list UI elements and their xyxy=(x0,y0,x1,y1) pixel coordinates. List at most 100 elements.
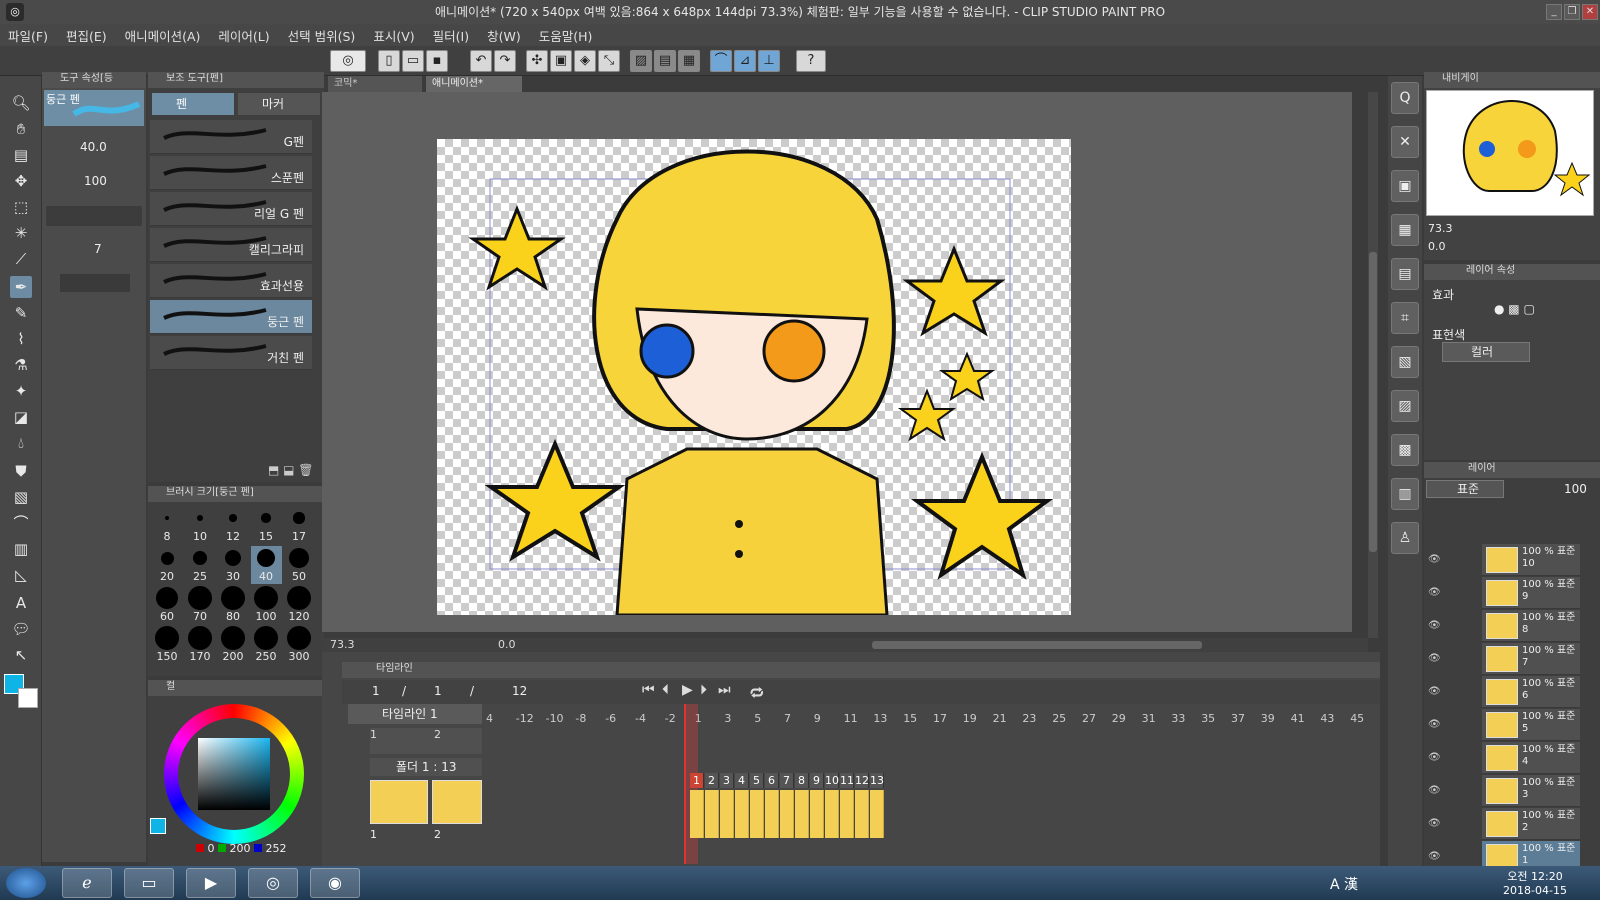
brush-item[interactable]: 효과선용 xyxy=(150,264,312,298)
material-icon[interactable]: ✕ xyxy=(1391,126,1419,158)
layer-visibility-icon[interactable]: 👁︎ xyxy=(1428,587,1442,599)
figure-icon[interactable]: ♙ xyxy=(1391,522,1419,554)
brush-tool-icon[interactable]: ⌇ xyxy=(10,328,32,350)
menu-edit[interactable]: 편집(E) xyxy=(66,26,107,45)
brush-size-cell[interactable]: 170 xyxy=(185,626,216,664)
move-tool-icon[interactable]: ✥ xyxy=(10,170,32,192)
navigator-zoom[interactable]: 73.3 xyxy=(1428,222,1468,235)
frame-number[interactable]: 12 xyxy=(855,773,869,788)
clip-studio-taskbar-icon[interactable]: ◎ xyxy=(248,868,298,898)
sub-view-icon[interactable]: ▣ xyxy=(1391,170,1419,202)
canvas-rotation-readout[interactable]: 0.0 xyxy=(498,638,516,651)
frame-thumb[interactable] xyxy=(825,790,839,838)
menu-view[interactable]: 표시(V) xyxy=(373,26,414,45)
clip-studio-logo-icon[interactable]: ◎ xyxy=(330,50,366,72)
brush-item[interactable]: 리얼 G 펜 xyxy=(150,192,312,226)
undo-icon[interactable]: ↶ xyxy=(470,50,492,72)
layer-visibility-icon[interactable]: 👁︎ xyxy=(1428,818,1442,830)
frame-thumb[interactable] xyxy=(810,790,824,838)
layer-search-icon[interactable]: ⌗ xyxy=(1391,302,1419,334)
brush-size-cell[interactable]: 12 xyxy=(218,506,249,544)
menu-window[interactable]: 창(W) xyxy=(487,26,521,45)
blend-mode-select[interactable]: 표준 xyxy=(1426,480,1504,498)
media-player-icon[interactable]: ▶ xyxy=(186,868,236,898)
selection-icon[interactable]: ▦ xyxy=(678,50,700,72)
frame-number[interactable]: 3 xyxy=(720,773,734,788)
subtool-actions[interactable]: ⬒ ⬓ 🗑︎ xyxy=(268,463,314,477)
skip-last-icon[interactable]: ⏭ xyxy=(718,682,731,698)
frame-thumb[interactable] xyxy=(870,790,884,838)
item-bank-icon[interactable]: ▧ xyxy=(1391,346,1419,378)
tab-marker[interactable]: 마커 xyxy=(238,93,320,115)
horizontal-scrollbar[interactable] xyxy=(872,641,1202,649)
tab-pen[interactable]: 펜 xyxy=(152,93,234,115)
help-button[interactable]: ? xyxy=(796,50,826,72)
tab-animation[interactable]: 애니메이션* xyxy=(426,76,522,92)
color-set-icon[interactable]: ▦ xyxy=(1391,214,1419,246)
layer-visibility-icon[interactable]: 👁︎ xyxy=(1428,653,1442,665)
end-frame-field[interactable]: 12 xyxy=(512,684,527,698)
layer-row[interactable]: 100 % 표준 8 xyxy=(1482,610,1580,642)
stabilization-field[interactable]: 7 xyxy=(60,240,142,258)
ie-icon[interactable]: ℯ xyxy=(62,868,112,898)
brush-size-cell[interactable]: 70 xyxy=(185,586,216,624)
pencil-tool-icon[interactable]: ✎ xyxy=(10,302,32,324)
eyedropper-icon[interactable]: ⟋ xyxy=(10,248,32,270)
layer-opacity-field[interactable]: 100 xyxy=(1564,482,1587,496)
minimize-button[interactable]: _ xyxy=(1546,4,1562,20)
fill-selection-icon[interactable]: ▤ xyxy=(654,50,676,72)
layer-visibility-icon[interactable]: 👁︎ xyxy=(1428,785,1442,797)
frame-tool-icon[interactable]: ▥ xyxy=(10,538,32,560)
snap-special-ruler-icon[interactable]: ⊿ xyxy=(734,50,756,72)
brush-size-cell[interactable]: 300 xyxy=(284,626,315,664)
next-frame-icon[interactable]: ⏵ xyxy=(700,682,707,698)
animation-cels-icon[interactable]: ▩ xyxy=(1391,434,1419,466)
fill-icon[interactable]: ◈ xyxy=(574,50,596,72)
effect-buttons[interactable]: ● ▩ ▢ xyxy=(1494,302,1574,322)
layer-visibility-icon[interactable]: 👁︎ xyxy=(1428,851,1442,863)
expression-color-select[interactable]: 컬러 xyxy=(1442,342,1530,362)
fill-tool-icon[interactable]: ⛊ xyxy=(10,460,32,482)
start-button[interactable] xyxy=(6,868,46,898)
frame-number[interactable]: 8 xyxy=(795,773,809,788)
frame-thumb[interactable] xyxy=(840,790,854,838)
explorer-icon[interactable]: ▭ xyxy=(124,868,174,898)
skip-first-icon[interactable]: ⏮ xyxy=(642,682,655,698)
hand-tool-icon[interactable]: ✋︎ xyxy=(10,118,32,140)
scale-icon[interactable]: ⤡ xyxy=(598,50,620,72)
clear-icon[interactable]: ▨ xyxy=(630,50,652,72)
brush-item[interactable]: 캘리그라피 xyxy=(150,228,312,262)
frame-ruler[interactable]: 4 -12 -10 -8 -6 -4 -2 1 3 5 7 9 11 13 15 17 19 21 23 25 27 29… xyxy=(486,712,1364,726)
brush-size-cell[interactable]: 200 xyxy=(218,626,249,664)
canvas-zoom-readout[interactable]: 73.3 xyxy=(330,638,355,651)
brush-size-cell[interactable]: 20 xyxy=(152,546,183,584)
color-wheel[interactable] xyxy=(164,704,304,844)
zoom-tool-icon[interactable]: 🔍︎ xyxy=(10,92,32,114)
brush-item[interactable]: 스푼펜 xyxy=(150,156,312,190)
menu-help[interactable]: 도움말(H) xyxy=(539,26,593,45)
blend-tool-icon[interactable]: 💧︎ xyxy=(10,432,32,454)
frame-number[interactable]: 13 xyxy=(870,773,884,788)
image-icon[interactable]: ▨ xyxy=(1391,390,1419,422)
brush-size-cell[interactable]: 150 xyxy=(152,626,183,664)
figure-tool-icon[interactable]: ⌒ xyxy=(10,512,32,534)
frame-number[interactable]: 9 xyxy=(810,773,824,788)
layer-row[interactable]: 100 % 표준 2 xyxy=(1482,808,1580,840)
crop-icon[interactable]: ▣ xyxy=(550,50,572,72)
new-file-icon[interactable]: ▯ xyxy=(378,50,400,72)
brush-size-cell[interactable]: 30 xyxy=(218,546,249,584)
snap-ruler-icon[interactable]: ⌒ xyxy=(710,50,732,72)
open-file-icon[interactable]: ▭ xyxy=(402,50,424,72)
maximize-button[interactable]: ❐ xyxy=(1564,4,1580,20)
layer-row[interactable]: 100 % 표준 9 xyxy=(1482,577,1580,609)
selection-tool-icon[interactable]: ⬚ xyxy=(10,196,32,218)
frame-number[interactable]: 10 xyxy=(825,773,839,788)
frame-thumb[interactable] xyxy=(780,790,794,838)
transform-icon[interactable]: ✣ xyxy=(526,50,548,72)
brush-size-cell[interactable]: 60 xyxy=(152,586,183,624)
brush-size-cell[interactable]: 25 xyxy=(185,546,216,584)
frame-thumb[interactable] xyxy=(720,790,734,838)
frame-number[interactable]: 6 xyxy=(765,773,779,788)
eraser-tool-icon[interactable]: ◪ xyxy=(10,406,32,428)
frame-number[interactable]: 2 xyxy=(705,773,719,788)
